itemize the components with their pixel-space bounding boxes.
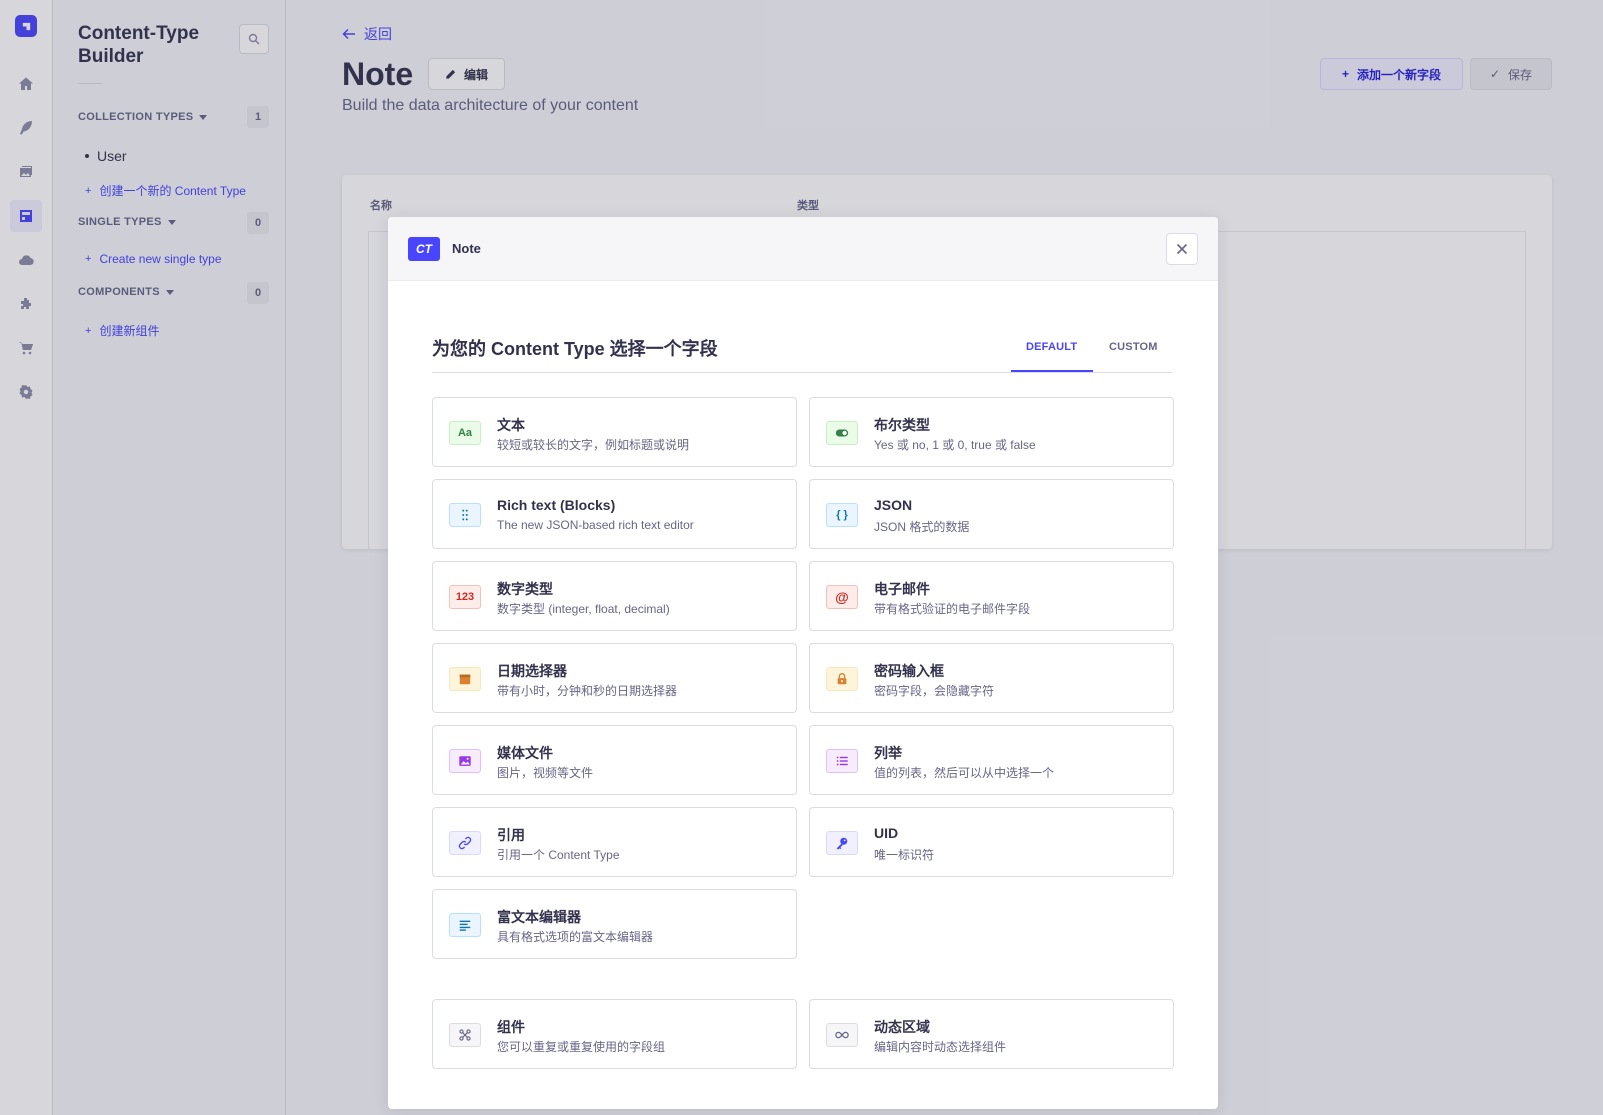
field-name: 引用 <box>497 827 525 843</box>
field-name: 动态区域 <box>874 1019 930 1035</box>
field-name: 电子邮件 <box>874 581 930 597</box>
field-name: 文本 <box>497 417 525 433</box>
text-icon: Aa <box>449 421 481 445</box>
field-name: 列举 <box>874 745 902 761</box>
field-description: 图片，视频等文件 <box>497 766 594 780</box>
field-name: 组件 <box>497 1019 525 1035</box>
password-icon <box>826 667 858 691</box>
field-description: 带有小时，分钟和秒的日期选择器 <box>497 684 678 698</box>
dynamic-zone-icon <box>826 1023 858 1047</box>
email-icon: @ <box>826 585 858 609</box>
field-option-json[interactable]: { } JSON JSON 格式的数据 <box>809 479 1174 549</box>
field-description: 数字类型 (integer, float, decimal) <box>497 602 670 616</box>
richtext-icon <box>449 913 481 937</box>
field-option-component[interactable]: 组件 您可以重复或重复使用的字段组 <box>432 999 797 1069</box>
field-name: UID <box>874 825 899 841</box>
field-option-date[interactable]: 日期选择器 带有小时，分钟和秒的日期选择器 <box>432 643 797 713</box>
field-option-email[interactable]: @ 电子邮件 带有格式验证的电子邮件字段 <box>809 561 1174 631</box>
field-option-text[interactable]: Aa 文本 较短或较长的文字，例如标题或说明 <box>432 397 797 467</box>
field-description: The new JSON-based rich text editor <box>497 518 694 532</box>
field-name: Rich text (Blocks) <box>497 497 616 513</box>
field-option-enumeration[interactable]: 列举 值的列表，然后可以从中选择一个 <box>809 725 1174 795</box>
field-description: 带有格式验证的电子邮件字段 <box>874 602 1031 616</box>
modal-breadcrumb: Note <box>452 241 481 256</box>
content-type-badge: CT <box>408 237 440 261</box>
field-description: 密码字段，会隐藏字符 <box>874 684 995 698</box>
field-picker-modal: CT Note 为您的 Content Type 选择一个字段 DEFAULT … <box>388 217 1218 1109</box>
field-option-number[interactable]: 123 数字类型 数字类型 (integer, float, decimal) <box>432 561 797 631</box>
field-name: JSON <box>874 497 913 513</box>
component-icon <box>449 1023 481 1047</box>
field-name: 数字类型 <box>497 581 553 597</box>
media-icon <box>449 749 481 773</box>
field-option-richtext[interactable]: 富文本编辑器 具有格式选项的富文本编辑器 <box>432 889 797 959</box>
field-name: 日期选择器 <box>497 663 567 679</box>
field-description: 值的列表，然后可以从中选择一个 <box>874 766 1055 780</box>
field-name: 富文本编辑器 <box>497 909 581 925</box>
field-description: 唯一标识符 <box>874 848 935 862</box>
field-option-password[interactable]: 密码输入框 密码字段，会隐藏字符 <box>809 643 1174 713</box>
field-description: 引用一个 Content Type <box>497 848 620 862</box>
field-description: 具有格式选项的富文本编辑器 <box>497 930 654 944</box>
close-button[interactable] <box>1166 233 1198 265</box>
uid-icon <box>826 831 858 855</box>
field-description: 编辑内容时动态选择组件 <box>874 1040 1007 1054</box>
date-icon <box>449 667 481 691</box>
field-option-boolean[interactable]: 布尔类型 Yes 或 no, 1 或 0, true 或 false <box>809 397 1174 467</box>
field-option-dynamic-zone[interactable]: 动态区域 编辑内容时动态选择组件 <box>809 999 1174 1069</box>
boolean-icon <box>826 421 858 445</box>
relation-icon <box>449 831 481 855</box>
field-description: 较短或较长的文字，例如标题或说明 <box>497 438 690 452</box>
field-name: 密码输入框 <box>874 663 944 679</box>
field-option-blocks[interactable]: Rich text (Blocks) The new JSON-based ri… <box>432 479 797 549</box>
tab-active-indicator <box>1011 370 1093 372</box>
modal-header: CT Note <box>388 217 1218 281</box>
field-description: Yes 或 no, 1 或 0, true 或 false <box>874 438 1036 452</box>
tab-custom[interactable]: CUSTOM <box>1109 341 1158 353</box>
field-name: 布尔类型 <box>874 417 930 433</box>
enumeration-icon <box>826 749 858 773</box>
number-icon: 123 <box>449 585 481 609</box>
blocks-icon <box>449 503 481 527</box>
tab-default[interactable]: DEFAULT <box>1026 341 1077 353</box>
tabs-divider <box>432 372 1173 373</box>
json-icon: { } <box>826 503 858 527</box>
field-description: JSON 格式的数据 <box>874 520 970 534</box>
field-option-uid[interactable]: UID 唯一标识符 <box>809 807 1174 877</box>
modal-heading: 为您的 Content Type 选择一个字段 <box>432 339 718 359</box>
field-option-relation[interactable]: 引用 引用一个 Content Type <box>432 807 797 877</box>
field-option-media[interactable]: 媒体文件 图片，视频等文件 <box>432 725 797 795</box>
field-description: 您可以重复或重复使用的字段组 <box>497 1040 666 1054</box>
close-icon <box>1176 243 1188 255</box>
field-name: 媒体文件 <box>497 745 553 761</box>
